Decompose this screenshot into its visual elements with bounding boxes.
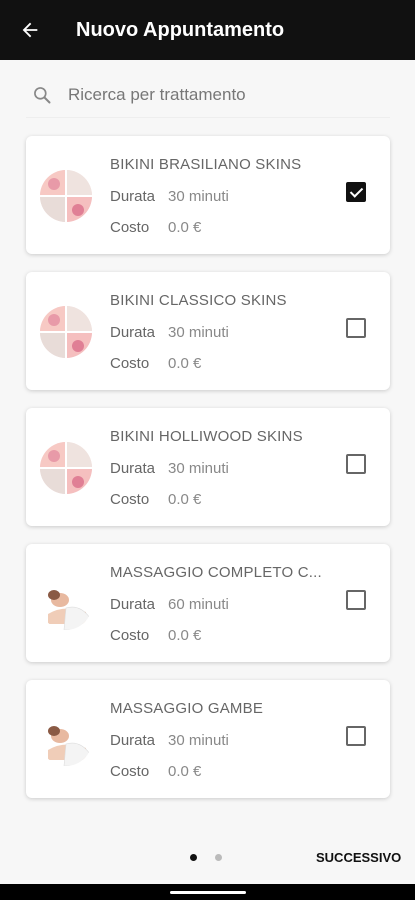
treatment-name: BIKINI CLASSICO SKINS (110, 292, 287, 309)
cost-value: 0.0 € (168, 627, 202, 644)
duration-value: 30 minuti (168, 732, 229, 749)
treatment-name: BIKINI HOLLIWOOD SKINS (110, 428, 303, 445)
page-dot[interactable] (215, 854, 222, 861)
next-button[interactable]: SUCCESSIVO (316, 850, 401, 865)
treatment-name: MASSAGGIO GAMBE (110, 700, 264, 717)
back-button[interactable] (0, 0, 60, 60)
arrow-left-icon (22, 22, 38, 38)
duration-label: Durata (110, 188, 156, 205)
cost-row: Costo 0.0 € (110, 219, 201, 236)
duration-row: Durata 30 minuti (110, 460, 229, 477)
search-icon (32, 85, 60, 105)
page-dot[interactable] (190, 854, 197, 861)
cost-row: Costo 0.0 € (110, 355, 201, 372)
cost-label: Costo (110, 491, 150, 508)
treatment-card[interactable]: BIKINI HOLLIWOOD SKINS Durata 30 minuti C… (26, 408, 390, 526)
treatment-name: BIKINI BRASILIANO SKINS (110, 156, 302, 173)
select-checkbox[interactable] (346, 182, 366, 202)
treatment-card[interactable]: MASSAGGIO COMPLETO C... Durata 60 minuti … (26, 544, 390, 662)
cost-label: Costo (110, 219, 150, 236)
treatment-card[interactable]: BIKINI BRASILIANO SKINS Durata 30 minuti … (26, 136, 390, 254)
treatment-name: MASSAGGIO COMPLETO C... (110, 564, 322, 581)
duration-value: 30 minuti (168, 324, 229, 341)
bikini-wax-thumbnail (40, 306, 92, 358)
duration-value: 30 minuti (168, 460, 229, 477)
cost-label: Costo (110, 627, 150, 644)
duration-label: Durata (110, 596, 156, 613)
cost-value: 0.0 € (168, 219, 202, 236)
cost-value: 0.0 € (168, 491, 202, 508)
duration-label: Durata (110, 324, 156, 341)
duration-label: Durata (110, 732, 156, 749)
bikini-wax-thumbnail (40, 442, 92, 494)
cost-value: 0.0 € (168, 355, 202, 372)
cost-row: Costo 0.0 € (110, 763, 201, 780)
duration-row: Durata 30 minuti (110, 732, 229, 749)
treatment-card[interactable]: MASSAGGIO GAMBE Durata 30 minuti Costo 0.0… (26, 680, 390, 798)
app-bar: Nuovo Appuntamento (0, 0, 415, 60)
duration-value: 60 minuti (168, 596, 229, 613)
page-title: Nuovo Appuntamento (76, 18, 285, 41)
cost-value: 0.0 € (168, 763, 202, 780)
treatment-card[interactable]: BIKINI CLASSICO SKINS Durata 30 minuti Co… (26, 272, 390, 390)
duration-value: 30 minuti (168, 188, 229, 205)
cost-label: Costo (110, 355, 150, 372)
massage-thumbnail (40, 714, 92, 766)
duration-label: Durata (110, 460, 156, 477)
duration-row: Durata 30 minuti (110, 188, 229, 205)
search-bar (26, 72, 390, 118)
bikini-wax-thumbnail (40, 170, 92, 222)
select-checkbox[interactable] (346, 318, 366, 338)
select-checkbox[interactable] (346, 454, 366, 474)
select-checkbox[interactable] (346, 726, 366, 746)
page-indicator (190, 854, 222, 861)
cost-row: Costo 0.0 € (110, 627, 201, 644)
cost-label: Costo (110, 763, 150, 780)
select-checkbox[interactable] (346, 590, 366, 610)
duration-row: Durata 30 minuti (110, 324, 229, 341)
home-gesture-handle[interactable] (170, 891, 246, 894)
search-input[interactable] (68, 84, 368, 105)
massage-thumbnail (40, 578, 92, 630)
duration-row: Durata 60 minuti (110, 596, 229, 613)
cost-row: Costo 0.0 € (110, 491, 201, 508)
